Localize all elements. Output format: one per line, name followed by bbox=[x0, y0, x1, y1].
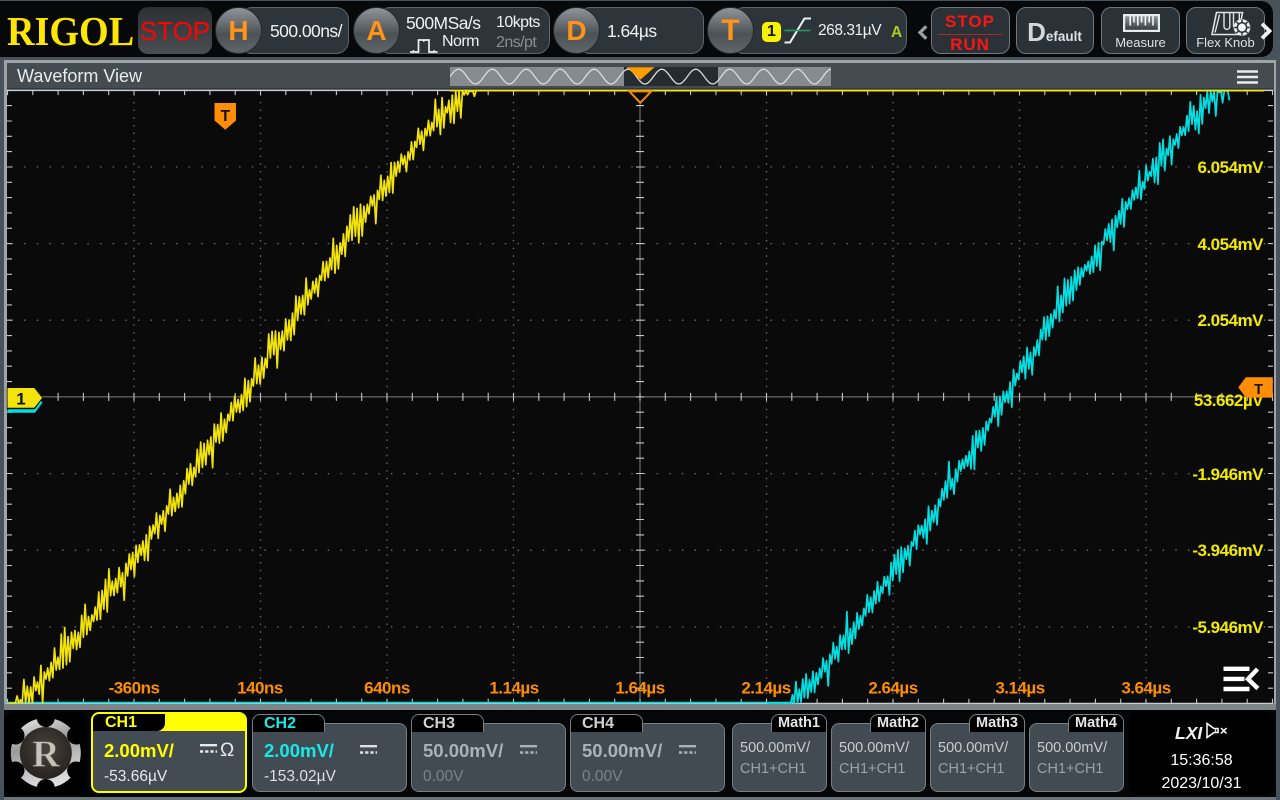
svg-text:1.64µs: 1.64µs bbox=[615, 679, 664, 698]
svg-text:1: 1 bbox=[16, 389, 25, 408]
svg-text:2.054mV: 2.054mV bbox=[1198, 311, 1265, 330]
svg-text:T: T bbox=[221, 108, 231, 125]
svg-text:3.14µs: 3.14µs bbox=[995, 679, 1044, 698]
svg-text:1.14µs: 1.14µs bbox=[489, 679, 538, 698]
svg-text:-1.946mV: -1.946mV bbox=[1192, 465, 1264, 484]
svg-text:-3.946mV: -3.946mV bbox=[1192, 541, 1264, 560]
svg-text:3.64µs: 3.64µs bbox=[1121, 679, 1170, 698]
svg-text:640ns: 640ns bbox=[364, 679, 410, 698]
svg-text:T: T bbox=[1254, 382, 1263, 398]
svg-text:140ns: 140ns bbox=[237, 679, 283, 698]
svg-text:4.054mV: 4.054mV bbox=[1198, 235, 1265, 254]
svg-text:2.14µs: 2.14µs bbox=[741, 679, 790, 698]
svg-text:6.054mV: 6.054mV bbox=[1198, 158, 1265, 177]
svg-text:2.64µs: 2.64µs bbox=[868, 679, 917, 698]
svg-text:R: R bbox=[32, 733, 60, 775]
svg-text:-360ns: -360ns bbox=[109, 679, 160, 698]
svg-text:-5.946mV: -5.946mV bbox=[1192, 618, 1264, 637]
